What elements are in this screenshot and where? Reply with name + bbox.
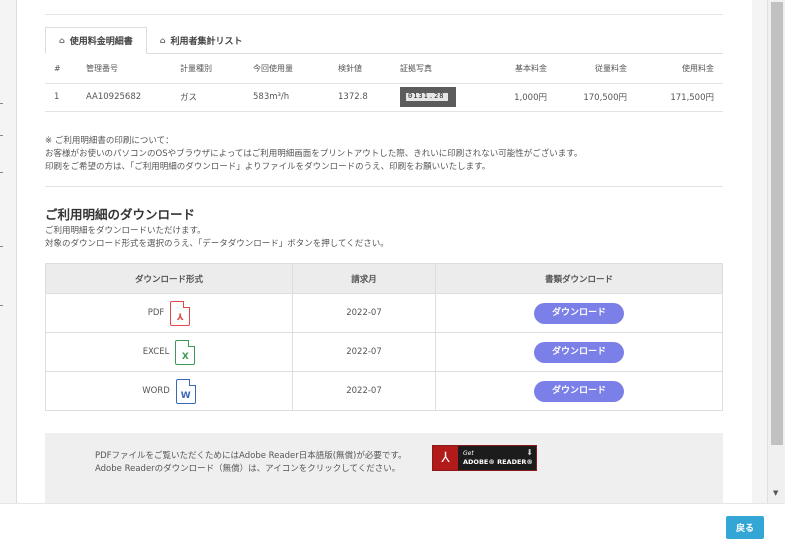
- format-label: EXCEL: [142, 347, 170, 357]
- col-no: #: [45, 54, 77, 84]
- tab-bar: ⌂ 使用料金明細書 ⌂ 利用者集計リスト: [45, 27, 723, 54]
- cell-month: 2022-07: [292, 293, 436, 333]
- desc-line: 対象のダウンロード形式を選択のうえ、「データダウンロード」ボタンを押してください…: [45, 239, 389, 249]
- badge-product-label: ADOBE® READER®: [463, 458, 533, 466]
- adobe-notice-text: PDFファイルをご覧いただくためにはAdobe Reader日本語版(無償)が必…: [95, 450, 407, 476]
- cell-month: 2022-07: [292, 332, 436, 372]
- table-row: WORD W 2022-07 ダウンロード: [45, 371, 723, 411]
- adobe-logo-icon: ⅄: [433, 446, 458, 470]
- adobe-line: Adobe Readerのダウンロード（無償）は、アイコンをクリックしてください…: [95, 464, 401, 474]
- download-word-button[interactable]: ダウンロード: [534, 380, 624, 402]
- tab-user-summary-list[interactable]: ⌂ 利用者集計リスト: [147, 27, 256, 54]
- divider: [45, 186, 723, 187]
- download-pdf-button[interactable]: ダウンロード: [534, 302, 624, 324]
- cell-month: 2022-07: [292, 371, 436, 411]
- note-line: ※ ご利用明細書の印刷について：: [45, 136, 174, 146]
- excel-file-icon: X: [175, 339, 196, 365]
- cell-format: PDF ⅄: [45, 293, 293, 333]
- home-icon: ⌂: [59, 36, 65, 45]
- cell-download: ダウンロード: [435, 332, 723, 372]
- pdf-file-icon: ⅄: [170, 300, 191, 326]
- table-row: 1 AA10925682 ガス 583m³/h 1372.8 0131.28 1…: [45, 83, 723, 112]
- cell-format: EXCEL X: [45, 332, 293, 372]
- get-adobe-reader-badge[interactable]: ⅄ Get ADOBE® READER® ⬇: [432, 445, 537, 471]
- word-file-icon: W: [175, 378, 196, 404]
- col-usage: 今回使用量: [244, 54, 329, 84]
- cell-id: AA10925682: [77, 83, 171, 112]
- modal-scrollbar[interactable]: ▼: [767, 0, 785, 503]
- col-download: 書類ダウンロード: [435, 263, 723, 294]
- tab-label: 使用料金明細書: [69, 37, 133, 47]
- table-header-row: ダウンロード形式 請求月 書類ダウンロード: [45, 263, 723, 294]
- col-basic: 基本料金: [471, 54, 556, 84]
- badge-get-label: Get: [463, 450, 474, 457]
- download-description: ご利用明細をダウンロードいただけます。 対象のダウンロード形式を選択のうえ、「デ…: [45, 225, 389, 251]
- note-line: お客様がお使いのパソコンのOSやブラウザによってはご利用明細画面をプリントアウト…: [45, 149, 583, 159]
- download-section-title: ご利用明細のダウンロード: [45, 207, 196, 222]
- download-table: ダウンロード形式 請求月 書類ダウンロード PDF ⅄ 2022-07 ダウンロ…: [45, 263, 723, 411]
- tab-label: 利用者集計リスト: [170, 37, 243, 47]
- cell-usage: 583m³/h: [244, 83, 329, 112]
- adobe-reader-notice: PDFファイルをご覧いただくためにはAdobe Reader日本語版(無償)が必…: [45, 433, 723, 503]
- table-row: EXCEL X 2022-07 ダウンロード: [45, 332, 723, 372]
- cell-photo: 0131.28: [391, 83, 471, 112]
- back-button[interactable]: 戻る: [726, 516, 764, 539]
- cell-format: WORD W: [45, 371, 293, 411]
- table-header-row: # 管理番号 計量種別 今回使用量 検針値 証拠写真 基本料金 従量料金 使用料…: [45, 54, 723, 84]
- cell-no: 1: [45, 83, 77, 112]
- cell-reading: 1372.8: [329, 83, 391, 112]
- divider: [45, 14, 723, 15]
- scroll-down-arrow-icon[interactable]: ▼: [773, 489, 778, 497]
- cell-basic: 1,000円: [471, 83, 556, 112]
- cell-total: 171,500円: [636, 83, 723, 112]
- col-month: 請求月: [292, 263, 436, 294]
- print-notes: ※ ご利用明細書の印刷について： お客様がお使いのパソコンのOSやブラウザによっ…: [45, 135, 723, 174]
- col-total: 使用料金: [636, 54, 723, 84]
- meter-photo-digits: 0131.28: [408, 92, 445, 100]
- background-page-edge: [0, 0, 17, 543]
- modal-footer: 戻る: [0, 503, 785, 543]
- meter-photo-thumbnail[interactable]: 0131.28: [400, 87, 456, 107]
- cell-type: ガス: [171, 83, 244, 112]
- usage-statement-modal: ⌂ 使用料金明細書 ⌂ 利用者集計リスト # 管理番号 計量種別 今回使用量 検…: [17, 0, 752, 503]
- cell-download: ダウンロード: [435, 293, 723, 333]
- col-format: ダウンロード形式: [45, 263, 293, 294]
- col-photo: 証拠写真: [391, 54, 471, 84]
- usage-table: # 管理番号 計量種別 今回使用量 検針値 証拠写真 基本料金 従量料金 使用料…: [45, 54, 723, 112]
- table-row: PDF ⅄ 2022-07 ダウンロード: [45, 293, 723, 333]
- cell-metered: 170,500円: [556, 83, 636, 112]
- desc-line: ご利用明細をダウンロードいただけます。: [45, 226, 206, 236]
- cell-download: ダウンロード: [435, 371, 723, 411]
- download-excel-button[interactable]: ダウンロード: [534, 341, 624, 363]
- col-metered: 従量料金: [556, 54, 636, 84]
- scrollbar-thumb[interactable]: [771, 2, 783, 445]
- background-page-edge-right: [752, 0, 767, 503]
- col-reading: 検針値: [329, 54, 391, 84]
- format-label: WORD: [142, 386, 170, 396]
- home-icon: ⌂: [159, 36, 166, 45]
- adobe-line: PDFファイルをご覧いただくためにはAdobe Reader日本語版(無償)が必…: [95, 451, 407, 461]
- format-label: PDF: [147, 308, 165, 318]
- col-id: 管理番号: [77, 54, 171, 84]
- note-line: 印刷をご希望の方は、「ご利用明細のダウンロード」よりファイルをダウンロードのうえ…: [45, 162, 491, 172]
- tab-usage-statement[interactable]: ⌂ 使用料金明細書: [45, 27, 147, 54]
- download-arrow-icon: ⬇: [526, 448, 533, 457]
- col-type: 計量種別: [171, 54, 244, 84]
